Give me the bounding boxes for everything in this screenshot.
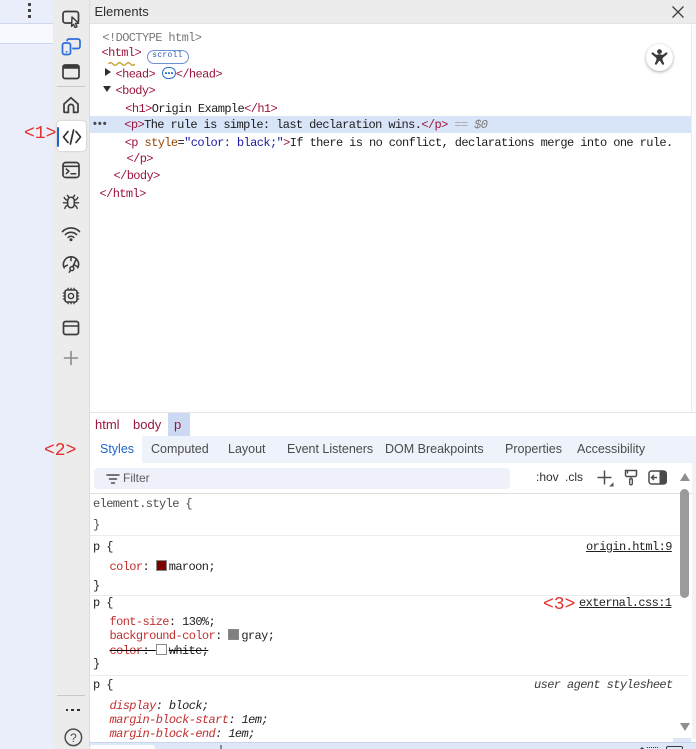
svg-text:?: ? (70, 731, 77, 745)
